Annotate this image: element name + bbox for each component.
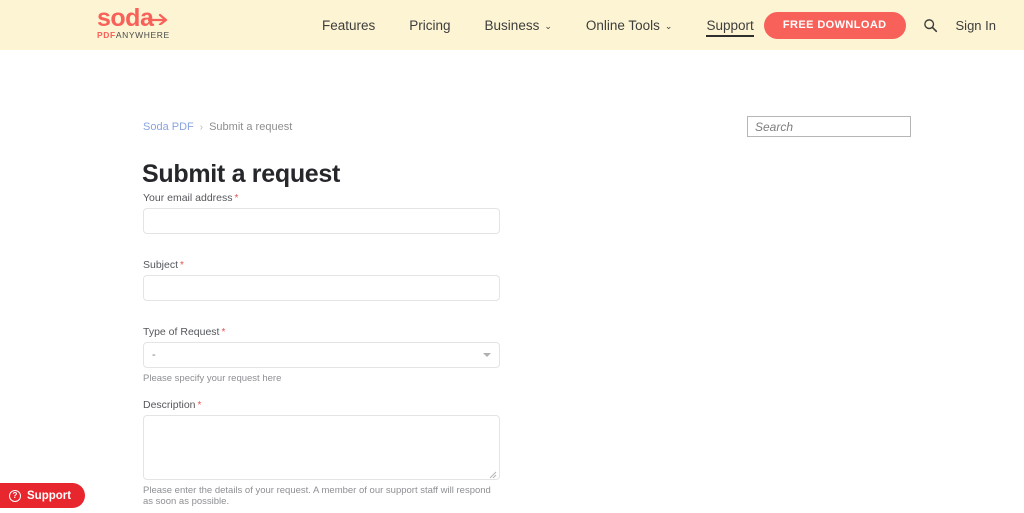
support-widget-label: Support xyxy=(27,489,72,502)
nav-label: Support xyxy=(706,17,754,33)
email-label: Your email address * xyxy=(143,192,500,204)
required-asterisk: * xyxy=(180,260,184,271)
type-of-request-label-text: Type of Request xyxy=(143,326,220,338)
logo-tagline: PDFANYWHERE xyxy=(97,30,187,40)
nav-item-features[interactable]: Features xyxy=(322,14,375,37)
email-input[interactable] xyxy=(143,208,500,234)
required-asterisk: * xyxy=(197,400,202,411)
page-title: Submit a request xyxy=(142,160,341,188)
breadcrumb: Soda PDF › Submit a request xyxy=(143,121,292,133)
logo-word-text: soda xyxy=(97,4,154,32)
nav-item-online-tools[interactable]: Online Tools ⌄ xyxy=(586,14,673,37)
description-label: Description * xyxy=(143,399,500,411)
required-asterisk: * xyxy=(221,327,226,338)
submit-request-form: Your email address * Subject * Type of Req… xyxy=(143,192,500,513)
logo-wordmark: soda xyxy=(97,4,187,32)
site-header: soda PDFANYWHERE Features Pricing Busine… xyxy=(0,0,1024,50)
logo-tagline-anywhere: ANYWHERE xyxy=(115,30,170,40)
search-input[interactable] xyxy=(747,116,911,137)
free-download-button[interactable]: FREE DOWNLOAD xyxy=(763,11,906,39)
nav-label: Online Tools xyxy=(585,17,660,33)
breadcrumb-separator-icon: › xyxy=(199,121,204,133)
chevron-down-icon xyxy=(483,353,491,357)
subject-input[interactable] xyxy=(143,275,500,301)
site-logo[interactable]: soda PDFANYWHERE xyxy=(97,4,187,41)
support-widget-button[interactable]: ? Support xyxy=(0,483,86,508)
description-hint: Please enter the details of your request… xyxy=(143,485,491,507)
subject-label: Subject * xyxy=(143,259,500,271)
type-of-request-hint: Please specify your request here xyxy=(143,373,282,384)
breadcrumb-item-soda-pdf[interactable]: Soda PDF xyxy=(143,121,194,133)
chevron-down-icon: ⌄ xyxy=(544,20,552,31)
chevron-down-icon: ⌄ xyxy=(664,20,673,31)
breadcrumb-item-current: Submit a request xyxy=(209,121,293,133)
type-of-request-select-wrapper: - xyxy=(143,342,500,368)
nav-item-business[interactable]: Business ⌄ xyxy=(485,14,552,37)
page-content: Soda PDF › Submit a request Submit a req… xyxy=(0,50,1024,513)
type-of-request-select[interactable]: - xyxy=(143,342,500,368)
description-textarea[interactable] xyxy=(143,415,500,480)
description-label-text: Description xyxy=(143,399,196,411)
search-icon[interactable] xyxy=(922,16,940,34)
nav-item-support[interactable]: Support xyxy=(706,14,754,37)
email-label-text: Your email address xyxy=(143,192,233,204)
nav-label: Pricing xyxy=(409,17,451,33)
nav-label: Business xyxy=(484,17,540,33)
nav-label: Features xyxy=(322,17,376,33)
field-subject: Subject * xyxy=(143,259,500,301)
sign-in-link[interactable]: Sign In xyxy=(956,18,996,33)
field-spacer xyxy=(143,234,500,259)
field-email: Your email address * xyxy=(143,192,500,234)
field-type-of-request: Type of Request * - Please specify your r… xyxy=(143,326,500,384)
description-textarea-wrapper xyxy=(143,415,500,480)
required-asterisk: * xyxy=(234,193,239,204)
arrow-icon xyxy=(148,11,170,25)
logo-tagline-pdf: PDF xyxy=(97,30,116,40)
question-mark-icon: ? xyxy=(9,489,21,502)
subject-label-text: Subject xyxy=(143,259,179,271)
field-description: Description * Please enter the details of… xyxy=(143,399,500,507)
type-of-request-selected-value: - xyxy=(152,349,156,361)
nav-item-pricing[interactable]: Pricing xyxy=(409,14,450,37)
header-actions: FREE DOWNLOAD Sign In xyxy=(763,0,996,50)
type-of-request-label: Type of Request * xyxy=(143,326,500,338)
field-spacer xyxy=(143,301,500,326)
main-navigation: Features Pricing Business ⌄ Online Tools… xyxy=(322,0,754,50)
